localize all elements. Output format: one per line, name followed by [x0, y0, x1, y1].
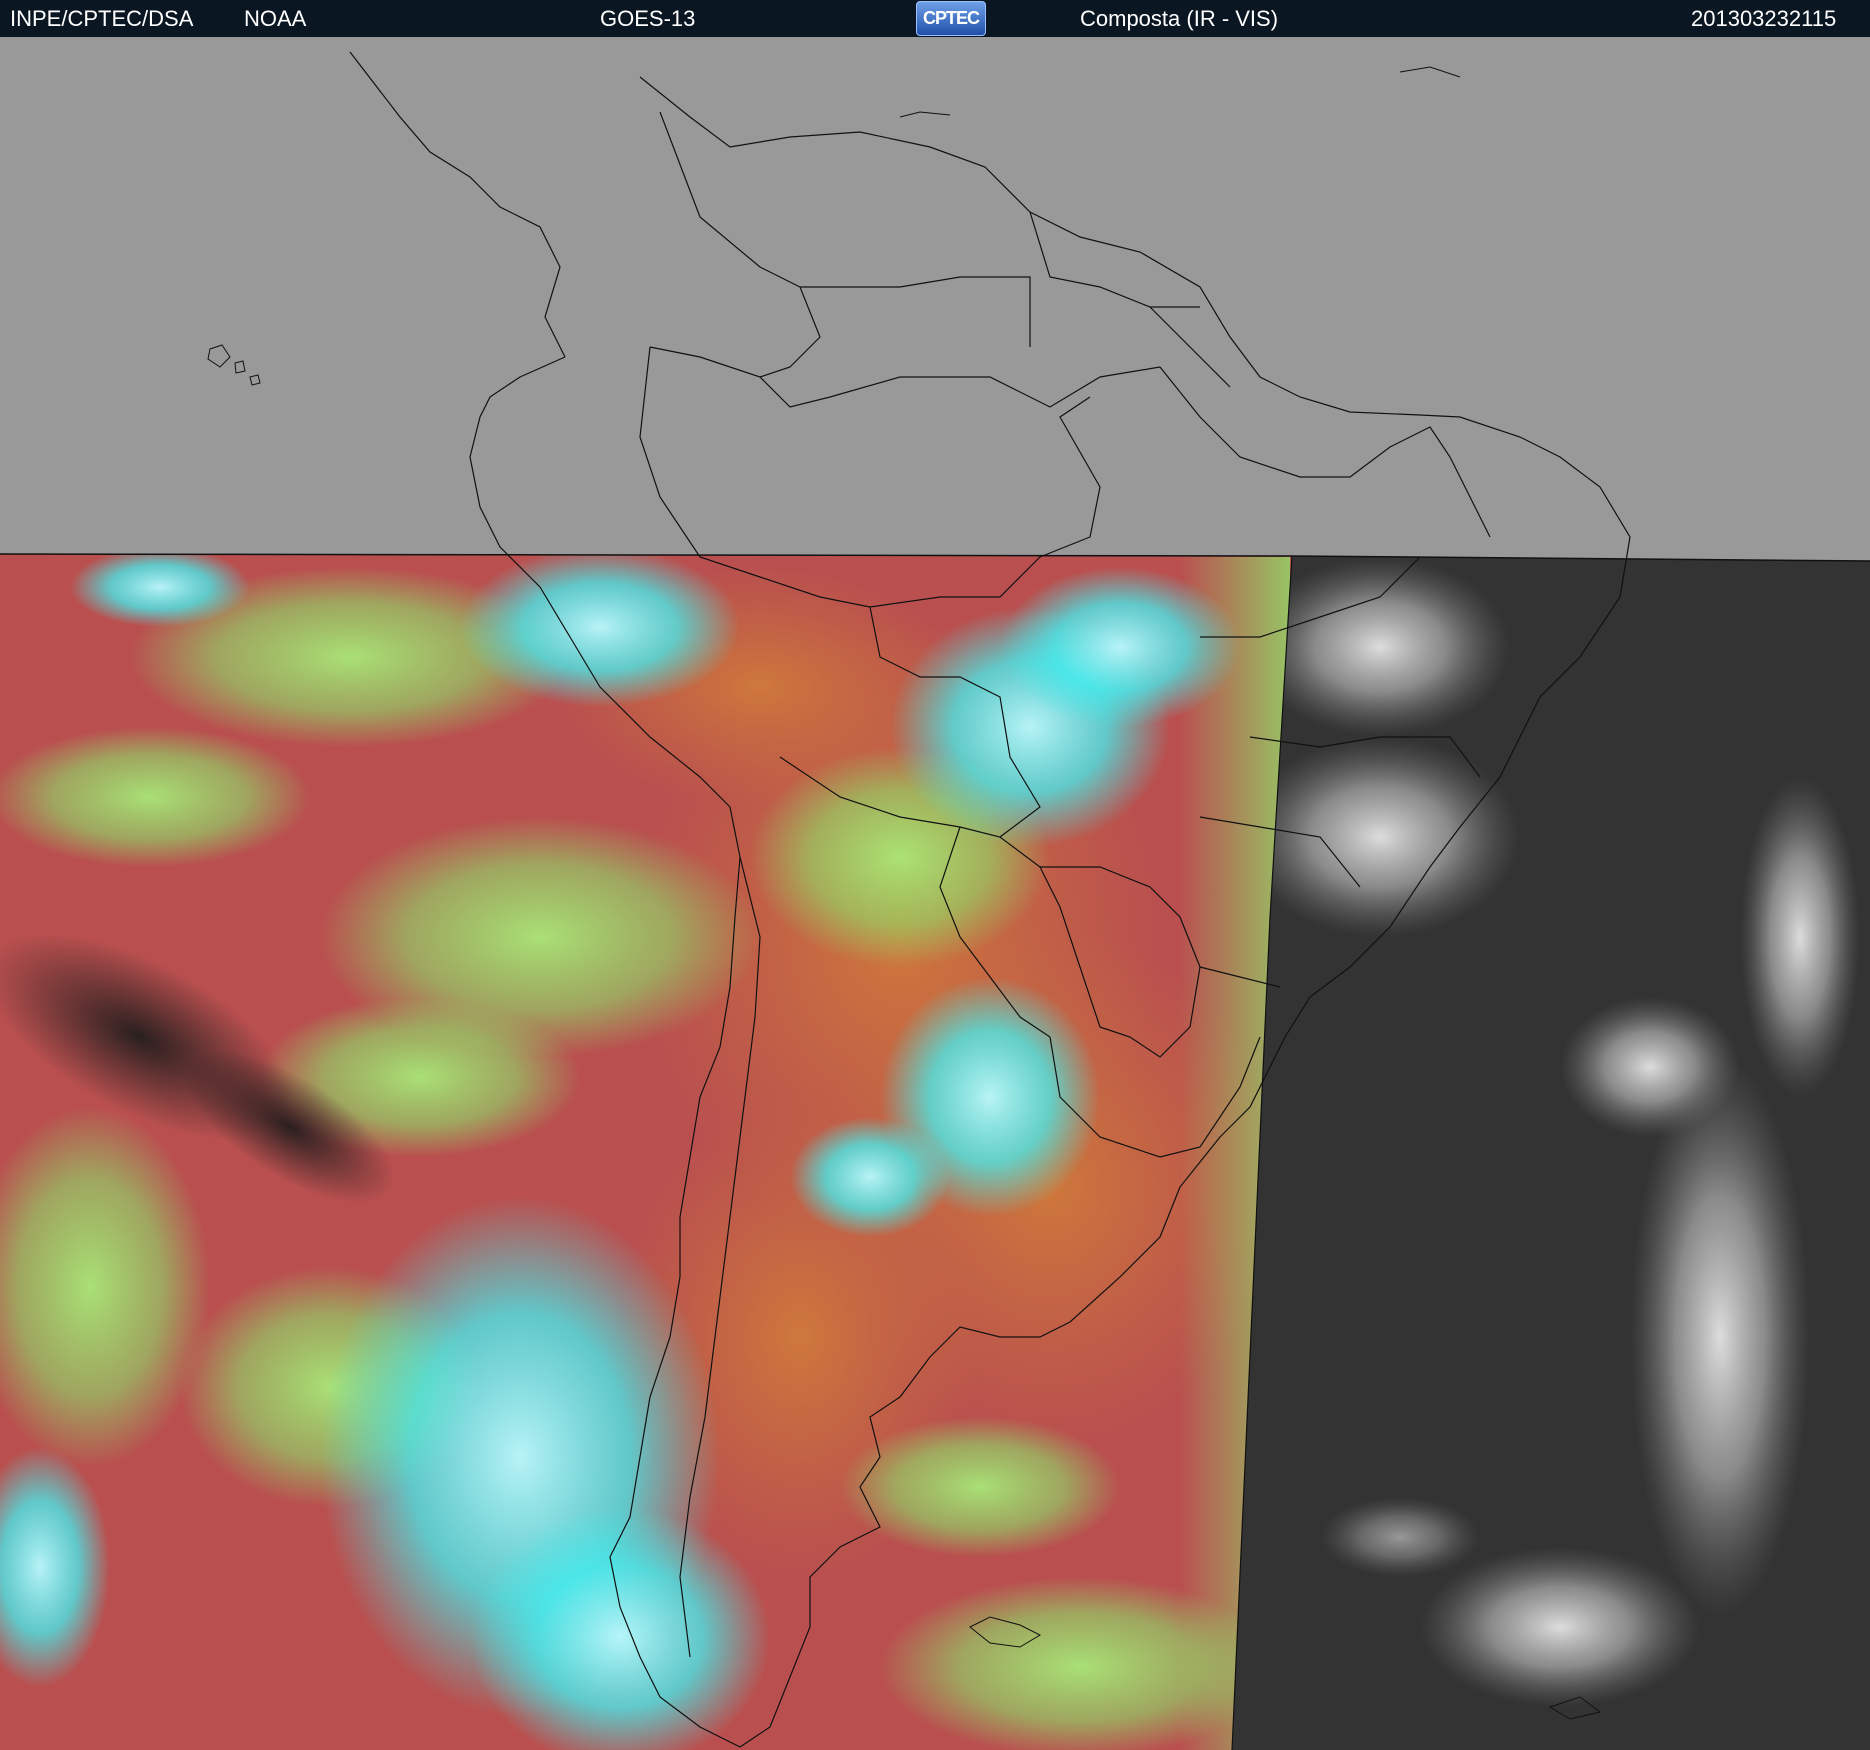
satellite-label: GOES-13 — [600, 6, 696, 31]
product-label: Composta (IR - VIS) — [1080, 6, 1279, 31]
org-label: INPE/CPTEC/DSA — [10, 6, 194, 31]
ir-composite-region — [0, 554, 1292, 1750]
agency-label: NOAA — [244, 6, 307, 31]
header-bar: INPE/CPTEC/DSA NOAA GOES-13 CPTEC Compos… — [0, 0, 1870, 37]
no-data-region — [0, 37, 1870, 561]
cptec-logo: CPTEC — [916, 1, 986, 36]
vis-composite-region — [1232, 556, 1870, 1750]
map-canvas — [0, 37, 1870, 1750]
timestamp-label: 201303232115 — [1691, 6, 1837, 31]
satellite-map — [0, 37, 1870, 1750]
